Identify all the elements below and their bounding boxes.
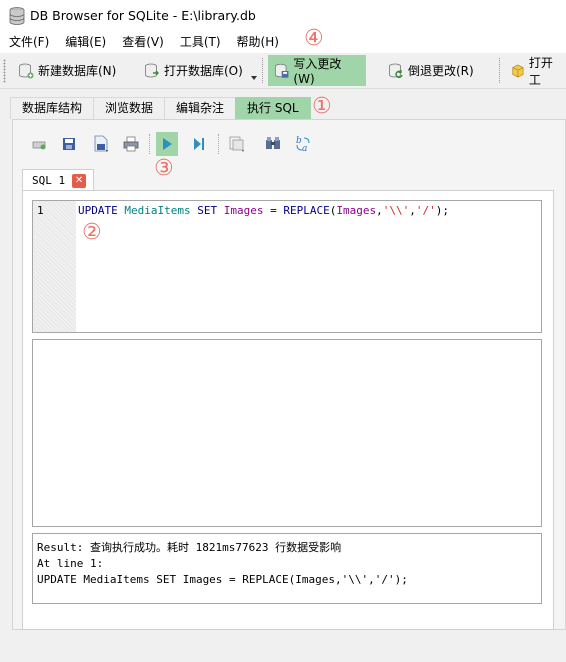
revert-changes-label: 倒退更改(R) bbox=[408, 64, 474, 78]
main-tabs: 数据库结构 浏览数据 编辑杂注 执行 SQL bbox=[10, 97, 311, 119]
close-icon[interactable]: ✕ bbox=[72, 173, 87, 188]
find-replace-button[interactable]: b a bbox=[292, 132, 314, 156]
new-database-button[interactable]: 新建数据库(N) bbox=[12, 55, 122, 86]
equals-operator: = bbox=[263, 204, 284, 217]
result-message: Result: 查询执行成功。耗时 1821ms77623 行数据受影响 bbox=[37, 541, 342, 554]
menu-view[interactable]: 查看(V) bbox=[114, 31, 172, 53]
open-database-label: 打开数据库(O) bbox=[164, 64, 243, 78]
message-pane[interactable]: Result: 查询执行成功。耗时 1821ms77623 行数据受影响 At … bbox=[32, 533, 542, 604]
tab-execute-sql[interactable]: 执行 SQL bbox=[235, 97, 311, 119]
line-number: 1 bbox=[37, 204, 44, 217]
toolbar-separator bbox=[262, 58, 263, 83]
write-changes-icon bbox=[275, 63, 289, 78]
open-project-icon bbox=[512, 64, 524, 77]
comma: , bbox=[409, 204, 416, 217]
write-changes-button[interactable]: 写入更改(W) bbox=[268, 55, 366, 86]
menu-tools[interactable]: 工具(T) bbox=[172, 31, 229, 53]
sql-toolbar-separator bbox=[218, 134, 219, 154]
printer-icon bbox=[123, 136, 139, 152]
annotation-2: ② bbox=[82, 220, 102, 245]
menu-file[interactable]: 文件(F) bbox=[0, 31, 57, 53]
open-project-label: 打开工 bbox=[528, 55, 553, 87]
new-database-icon bbox=[19, 63, 34, 78]
comma: , bbox=[376, 204, 383, 217]
menu-edit[interactable]: 编辑(E) bbox=[57, 31, 114, 53]
save-results-button[interactable] bbox=[226, 132, 248, 156]
sql-code-editor[interactable]: 1 UPDATE MediaItems SET Images = REPLACE… bbox=[32, 200, 542, 333]
main-toolbar: 新建数据库(N) 打开数据库(O) 写入更改(W) 倒退更改(R) 打开工 bbox=[0, 53, 566, 89]
annotation-3: ③ bbox=[154, 156, 174, 181]
title-bar: DB Browser for SQLite - E:\library.db bbox=[0, 0, 566, 31]
window-title: DB Browser for SQLite - E:\library.db bbox=[30, 8, 256, 23]
result-location: At line 1: bbox=[37, 557, 104, 570]
open-project-button[interactable]: 打开工 bbox=[505, 55, 566, 87]
annotation-4: ④ bbox=[304, 26, 324, 51]
keyword-set: SET bbox=[197, 204, 218, 217]
toolbar-grip[interactable] bbox=[3, 59, 6, 83]
revert-changes-icon bbox=[389, 63, 403, 78]
result-statement: UPDATE MediaItems SET Images = REPLACE(I… bbox=[37, 573, 408, 586]
toolbar-separator bbox=[499, 58, 500, 83]
find-button[interactable] bbox=[262, 132, 284, 156]
open-database-button[interactable]: 打开数据库(O) bbox=[138, 55, 249, 86]
tab-browse-data[interactable]: 浏览数据 bbox=[93, 97, 166, 119]
play-icon bbox=[163, 138, 172, 150]
menu-bar: 文件(F) 编辑(E) 查看(V) 工具(T) 帮助(H) bbox=[0, 31, 566, 53]
save-sql-file-icon bbox=[94, 135, 108, 152]
save-results-icon bbox=[229, 136, 244, 152]
execute-current-line-button[interactable] bbox=[188, 132, 210, 156]
print-button[interactable] bbox=[120, 132, 142, 156]
function-replace: REPLACE bbox=[283, 204, 330, 217]
tab-database-structure[interactable]: 数据库结构 bbox=[10, 97, 95, 119]
string-literal-backslash: '\\' bbox=[382, 204, 410, 217]
sql-code-line: UPDATE MediaItems SET Images = REPLACE(I… bbox=[78, 204, 449, 217]
sql-editor-tab[interactable]: SQL 1 ✕ bbox=[22, 169, 94, 191]
open-sql-file-button[interactable] bbox=[58, 132, 80, 156]
open-database-icon bbox=[145, 63, 159, 77]
annotation-1: ① bbox=[312, 94, 332, 119]
new-database-label: 新建数据库(N) bbox=[38, 64, 117, 78]
close-paren-semicolon: ); bbox=[435, 204, 449, 217]
sql-editor-tab-label: SQL 1 bbox=[32, 174, 66, 187]
open-tab-icon bbox=[32, 141, 46, 150]
argument-column: Images bbox=[336, 204, 377, 217]
tab-edit-pragmas[interactable]: 编辑杂注 bbox=[164, 97, 237, 119]
menu-help[interactable]: 帮助(H) bbox=[229, 31, 287, 53]
execute-all-button[interactable] bbox=[156, 132, 178, 156]
find-replace-icon: b a bbox=[296, 136, 310, 153]
step-forward-icon bbox=[194, 138, 204, 150]
revert-changes-button[interactable]: 倒退更改(R) bbox=[382, 55, 480, 86]
table-name: MediaItems bbox=[124, 204, 191, 217]
column-name: Images bbox=[223, 204, 264, 217]
open-tab-button[interactable] bbox=[28, 132, 50, 156]
string-literal-slash: '/' bbox=[415, 204, 436, 217]
svg-text:a: a bbox=[302, 144, 307, 153]
open-sql-file-icon bbox=[63, 138, 75, 150]
open-database-dropdown-icon[interactable] bbox=[251, 76, 257, 80]
results-grid[interactable] bbox=[32, 339, 542, 527]
status-bar bbox=[0, 652, 566, 662]
find-icon bbox=[266, 137, 280, 149]
line-number-gutter bbox=[33, 201, 76, 332]
sql-toolbar-separator bbox=[149, 134, 150, 154]
keyword-update: UPDATE bbox=[78, 204, 118, 217]
save-sql-file-button[interactable] bbox=[90, 132, 112, 156]
write-changes-label: 写入更改(W) bbox=[293, 57, 342, 86]
database-app-icon bbox=[9, 6, 25, 25]
